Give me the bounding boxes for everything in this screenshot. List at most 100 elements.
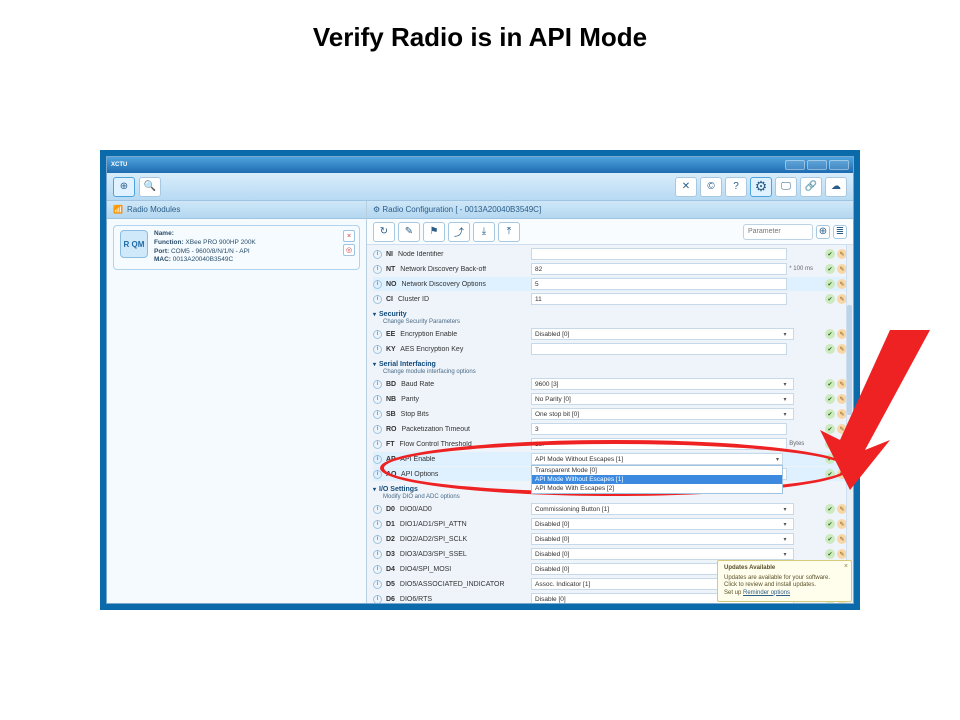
popup-link[interactable]: Reminder options [743,590,790,596]
refresh-param-button[interactable]: ✔ [825,264,835,274]
add-device-button[interactable]: ⊕ [113,177,135,197]
settings-button[interactable]: ⚙ [750,177,772,197]
network-button[interactable]: 🔗 [800,177,822,197]
param-select[interactable] [531,533,794,545]
param-select[interactable] [531,503,794,515]
info-icon[interactable]: i [373,295,382,304]
param-label: NT Network Discovery Back-off [386,266,531,273]
ap-option[interactable]: API Mode Without Escapes [1] [532,475,782,484]
default-button[interactable]: ⚑ [423,222,445,242]
window-maximize[interactable] [807,160,827,170]
info-icon[interactable]: i [373,280,382,289]
refresh-param-button[interactable]: ✔ [825,394,835,404]
refresh-param-button[interactable]: ✔ [825,294,835,304]
param-input[interactable] [531,293,787,305]
ap-option[interactable]: Transparent Mode [0] [532,466,782,475]
param-field: ▾ [531,408,821,420]
refresh-param-button[interactable]: ✔ [825,454,835,464]
refresh-param-button[interactable]: ✔ [825,279,835,289]
discover-devices-button[interactable]: 🔍 [139,177,161,197]
refresh-param-button[interactable]: ✔ [825,469,835,479]
param-input[interactable] [531,343,787,355]
info-icon[interactable]: i [373,265,382,274]
info-icon[interactable]: i [373,330,382,339]
info-icon[interactable]: i [373,580,382,589]
module-remove-button[interactable]: × [343,230,355,242]
refresh-param-button[interactable]: ✔ [825,534,835,544]
info-icon[interactable]: i [373,410,382,419]
param-input[interactable] [531,248,787,260]
param-input[interactable] [531,263,787,275]
refresh-param-button[interactable]: ✔ [825,409,835,419]
scrollbar[interactable] [846,245,853,603]
popup-close-button[interactable]: × [844,563,848,572]
info-icon[interactable]: i [373,250,382,259]
refresh-param-button[interactable]: ✔ [825,549,835,559]
param-row-AP: iAP API EnableAPI Mode Without Escapes [… [373,452,847,467]
refresh-param-button[interactable]: ✔ [825,504,835,514]
section-title[interactable]: Serial Interfacing [373,361,847,368]
info-icon[interactable]: i [373,380,382,389]
refresh-param-button[interactable]: ✔ [825,424,835,434]
info-icon[interactable]: i [373,535,382,544]
refresh-param-button[interactable]: ✔ [825,519,835,529]
refresh-param-button[interactable]: ✔ [825,249,835,259]
param-select[interactable] [531,328,794,340]
cloud-button[interactable]: ☁ [825,177,847,197]
param-select[interactable] [531,518,794,530]
param-search-input[interactable] [743,224,813,240]
param-select[interactable] [531,378,794,390]
param-label: KY AES Encryption Key [386,346,531,353]
update-fw-button[interactable]: ⤴ [448,222,470,242]
info-icon[interactable]: i [373,505,382,514]
module-discover-button[interactable]: ◎ [343,244,355,256]
param-select[interactable] [531,393,794,405]
ap-enable-select[interactable]: API Mode Without Escapes [1]▾ [531,453,783,465]
profile-save-button[interactable]: ⤓ [473,222,495,242]
param-select[interactable] [531,408,794,420]
screenshot-frame: XCTU ⊕ 🔍 ✕ © ? ⚙ 🖵 🔗 ☁ [100,150,860,610]
section-title[interactable]: Security [373,311,847,318]
chevron-down-icon: ▾ [776,456,779,463]
expand-button[interactable]: ⊕ [816,225,830,239]
about-button[interactable]: © [700,177,722,197]
module-details: Name: Function: XBee PRO 900HP 200K Port… [154,230,256,265]
info-icon[interactable]: i [373,345,382,354]
info-icon[interactable]: i [373,565,382,574]
refresh-param-button[interactable]: ✔ [825,379,835,389]
profile-load-button[interactable]: ⤒ [498,222,520,242]
param-row-SB: iSB Stop Bits▾✔✎ [373,407,847,422]
param-input[interactable] [531,423,787,435]
module-card[interactable]: R QM Name: Function: XBee PRO 900HP 200K… [113,225,360,270]
info-icon[interactable]: i [373,440,382,449]
scrollbar-thumb[interactable] [847,305,852,415]
tools-button[interactable]: ✕ [675,177,697,197]
collapse-button[interactable]: ≣ [833,225,847,239]
param-input[interactable] [531,438,787,450]
info-icon[interactable]: i [373,520,382,529]
refresh-param-button[interactable]: ✔ [825,439,835,449]
info-icon[interactable]: i [373,470,382,479]
info-icon[interactable]: i [373,395,382,404]
popup-line1: Updates are available for your software. [724,575,845,583]
window-close[interactable] [829,160,849,170]
info-icon[interactable]: i [373,455,382,464]
read-button[interactable]: ↻ [373,222,395,242]
param-input[interactable] [531,278,787,290]
ap-option[interactable]: API Mode With Escapes [2] [532,484,782,493]
help-button[interactable]: ? [725,177,747,197]
param-select[interactable] [531,548,794,560]
write-button[interactable]: ✎ [398,222,420,242]
refresh-param-button[interactable]: ✔ [825,344,835,354]
param-label: D1 DIO1/AD1/SPI_ATTN [386,521,531,528]
info-icon[interactable]: i [373,425,382,434]
info-icon[interactable]: i [373,550,382,559]
info-icon[interactable]: i [373,595,382,604]
refresh-param-button[interactable]: ✔ [825,329,835,339]
window-minimize[interactable] [785,160,805,170]
chevron-down-icon: ▾ [784,331,787,338]
chevron-down-icon: ▾ [784,381,787,388]
param-field: Bytes [531,438,821,450]
console-button[interactable]: 🖵 [775,177,797,197]
param-row-NO: iNO Network Discovery Options✔✎ [373,277,847,292]
